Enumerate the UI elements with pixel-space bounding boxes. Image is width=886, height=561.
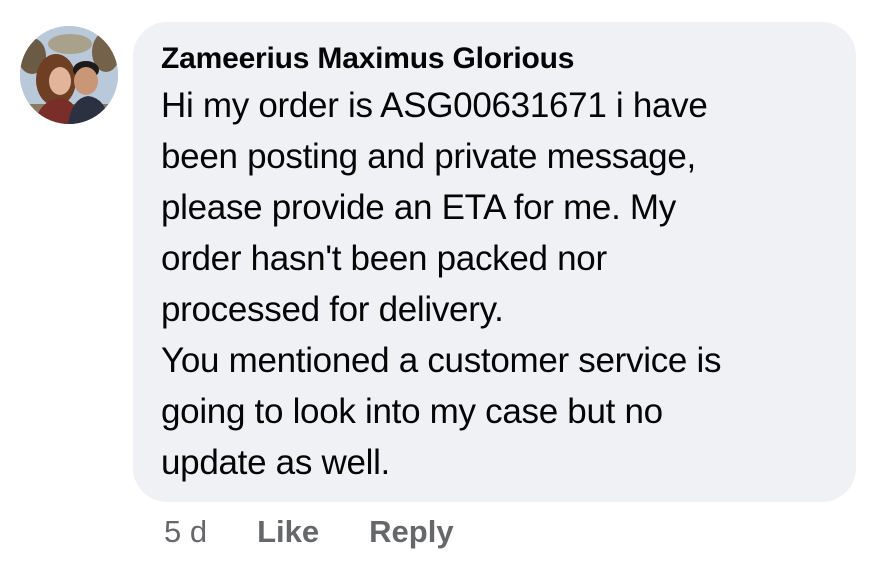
- comment-actions: 5 d Like Reply: [164, 510, 454, 554]
- reply-button[interactable]: Reply: [369, 514, 453, 550]
- comment-text-line: order hasn't been packed nor: [161, 239, 607, 278]
- comment-author[interactable]: Zameerius Maximus Glorious: [161, 41, 836, 77]
- comment-text-line: going to look into my case but no: [161, 392, 663, 431]
- profile-photo: [20, 26, 118, 124]
- comment-text: Hi my order is ASG00631671 i have been p…: [161, 80, 836, 488]
- like-button[interactable]: Like: [257, 514, 319, 550]
- comment-text-line: You mentioned a customer service is: [161, 341, 722, 380]
- comment-text-line: please provide an ETA for me. My: [161, 188, 676, 227]
- comment-text-line: been posting and private message,: [161, 137, 696, 176]
- avatar[interactable]: [20, 26, 118, 124]
- comment-text-line: processed for delivery.: [161, 290, 504, 329]
- comment-bubble: Zameerius Maximus Glorious Hi my order i…: [133, 22, 856, 502]
- comment-text-line: Hi my order is ASG00631671 i have: [161, 86, 708, 125]
- comment-text-line: update as well.: [161, 443, 390, 482]
- comment-timestamp[interactable]: 5 d: [164, 514, 207, 550]
